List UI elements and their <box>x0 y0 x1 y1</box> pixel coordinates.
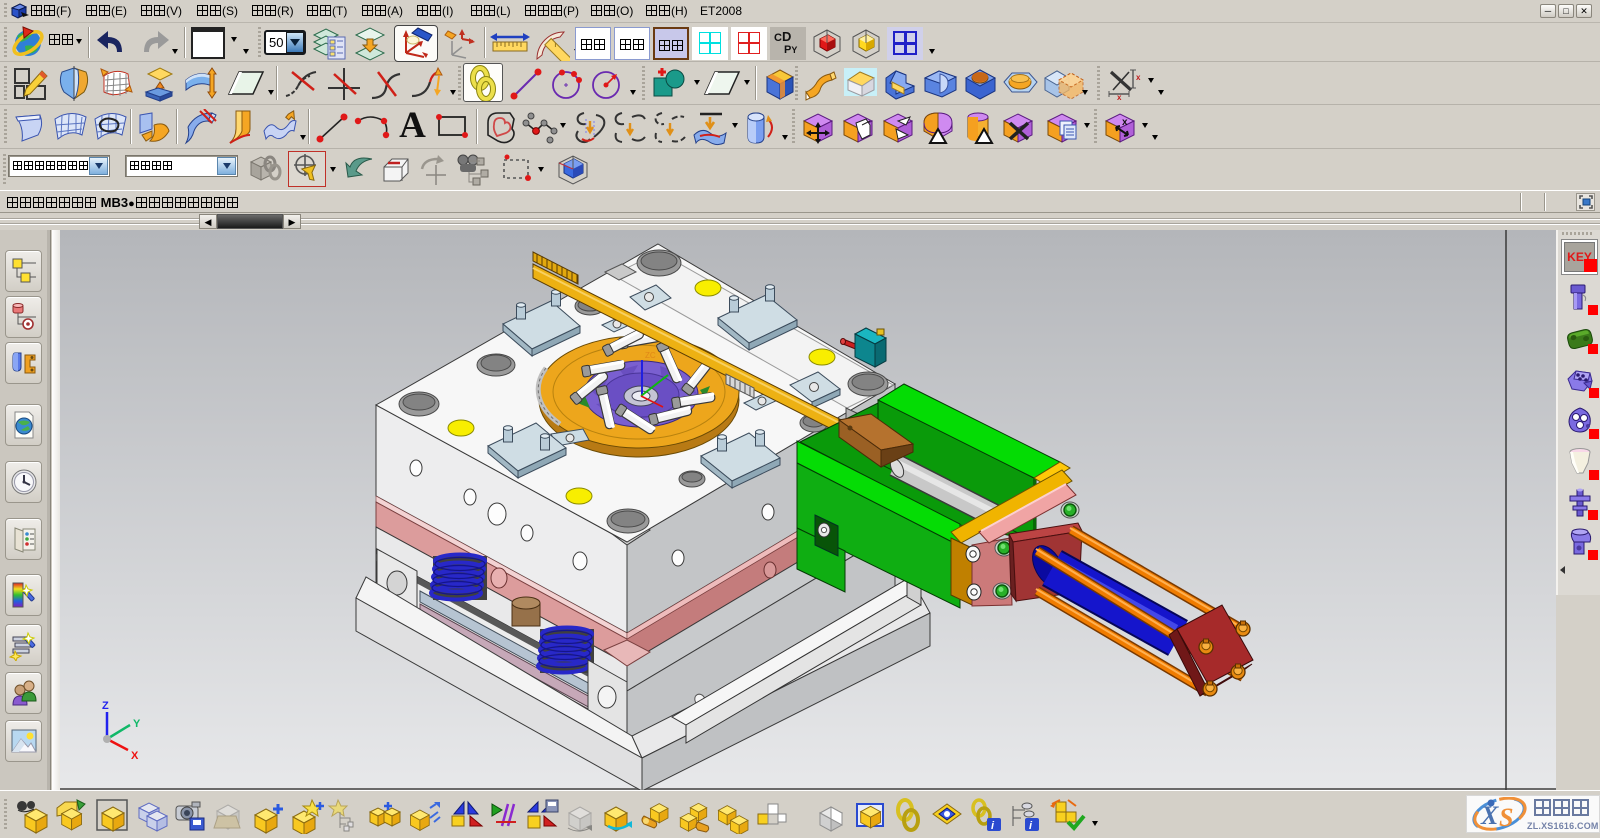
svg-text:Z: Z <box>102 700 109 712</box>
svg-text:X: X <box>1480 801 1499 830</box>
svg-text:x: x <box>1136 73 1141 82</box>
svg-text:ZC: ZC <box>645 351 656 360</box>
svg-text:X: X <box>131 750 139 762</box>
svg-text:Y: Y <box>133 718 141 730</box>
svg-text:S: S <box>1499 803 1513 832</box>
svg-text:x: x <box>1117 93 1122 102</box>
svg-text:x: x <box>1122 117 1128 128</box>
